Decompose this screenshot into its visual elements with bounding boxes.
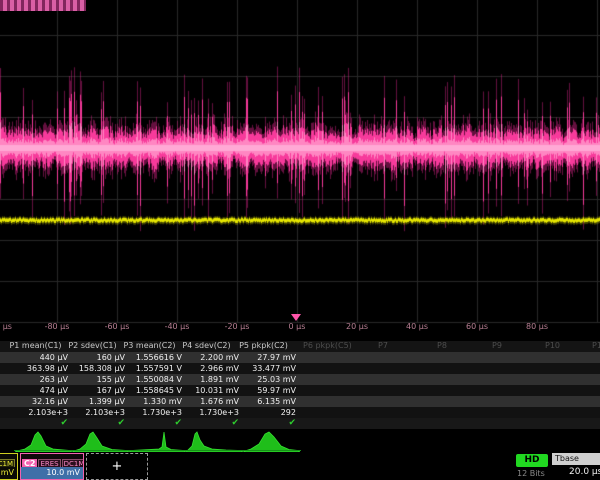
histicon[interactable]	[15, 430, 72, 452]
time-axis-label: 20 µs	[329, 322, 385, 331]
time-axis-label: -80 µs	[29, 322, 85, 331]
measure-value: 158.308 µV	[72, 364, 125, 373]
measure-status-check: ✔	[15, 418, 68, 429]
timebase-title: Tbase	[552, 453, 600, 465]
measure-header-p5[interactable]: P5 pkpk(C2)	[235, 341, 292, 350]
c2-vertical-scale: 10.0 mV	[21, 467, 83, 479]
channel-descriptor-c1[interactable]: DC1M 10.0 mV	[0, 453, 18, 480]
top-left-cropped-menu-badge[interactable]	[0, 0, 86, 11]
measure-value: 33.477 mV	[243, 364, 296, 373]
measure-value: 292	[243, 408, 296, 417]
measure-header-p2[interactable]: P2 sdev(C1)	[64, 341, 121, 350]
measure-row: 440 µV 160 µV 1.556616 V 2.200 mV 27.97 mV	[0, 352, 600, 363]
measure-row: 2.103e+3 2.103e+3 1.730e+3 1.730e+3 292	[0, 407, 600, 418]
measure-value: 167 µV	[72, 386, 125, 395]
measure-header-p4[interactable]: P4 sdev(C2)	[178, 341, 235, 350]
measure-value: 2.103e+3	[72, 408, 125, 417]
measure-header-row: P1 mean(C1) P2 sdev(C1) P3 mean(C2) P4 s…	[0, 341, 600, 352]
measure-status-check: ✔	[129, 418, 182, 429]
measure-status-row: ✔ ✔ ✔ ✔ ✔	[0, 418, 600, 429]
measure-value: 263 µV	[15, 375, 68, 384]
measure-value: 59.97 mV	[243, 386, 296, 395]
resolution-bits-label: 12 Bits	[517, 469, 545, 478]
time-axis-label: 80 µs	[509, 322, 565, 331]
measure-row: 474 µV 167 µV 1.558645 V 10.031 mV 59.97 mV	[0, 385, 600, 396]
time-axis-label: -100 µs	[0, 322, 25, 331]
measure-row: 32.16 µV 1.399 µV 1.330 mV 1.676 mV 6.135 mV	[0, 396, 600, 407]
c2-eres-tag: ERES	[38, 459, 60, 467]
time-axis-label: 0 µs	[269, 322, 325, 331]
measure-value: 1.330 mV	[129, 397, 182, 406]
measure-value: 2.966 mV	[186, 364, 239, 373]
time-axis-label: -20 µs	[209, 322, 265, 331]
measure-value: 1.557591 V	[129, 364, 182, 373]
measure-value: 1.730e+3	[186, 408, 239, 417]
c2-channel-badge: C2	[22, 459, 37, 467]
measure-value: 160 µV	[72, 353, 125, 362]
measure-status-check: ✔	[72, 418, 125, 429]
measure-status-check: ✔	[243, 418, 296, 429]
measure-value: 10.031 mV	[186, 386, 239, 395]
measure-value: 1.550084 V	[129, 375, 182, 384]
histicon[interactable]	[72, 430, 129, 452]
c1-vertical-scale: 10.0 mV	[0, 467, 17, 479]
timebase-value: 20.0 µs	[552, 465, 600, 479]
measure-header-p1[interactable]: P1 mean(C1)	[7, 341, 64, 350]
measure-value: 474 µV	[15, 386, 68, 395]
measure-value: 27.97 mV	[243, 353, 296, 362]
measure-value: 32.16 µV	[15, 397, 68, 406]
histicon-baseline	[14, 450, 301, 451]
measure-value: 2.200 mV	[186, 353, 239, 362]
measure-header-p11[interactable]: P11	[592, 341, 600, 350]
measure-value: 1.676 mV	[186, 397, 239, 406]
measure-value: 1.730e+3	[129, 408, 182, 417]
measure-value: 1.558645 V	[129, 386, 182, 395]
histicon[interactable]	[186, 430, 243, 452]
histicon[interactable]	[243, 430, 300, 452]
trigger-time-marker[interactable]	[291, 314, 301, 321]
measure-value: 6.135 mV	[243, 397, 296, 406]
measure-value: 363.98 µV	[15, 364, 68, 373]
measure-header-p7[interactable]: P7	[378, 341, 438, 350]
histicon[interactable]	[129, 430, 186, 452]
c1-coupling-tag: DC1M	[0, 459, 15, 467]
time-axis-label: -40 µs	[149, 322, 205, 331]
measure-row: 263 µV 155 µV 1.550084 V 1.891 mV 25.03 mV	[0, 374, 600, 385]
measure-value: 1.556616 V	[129, 353, 182, 362]
measure-header-p3[interactable]: P3 mean(C2)	[121, 341, 178, 350]
measure-row: 363.98 µV 158.308 µV 1.557591 V 2.966 mV 33.…	[0, 363, 600, 374]
timebase-descriptor[interactable]: Tbase 20.0 µs	[552, 453, 600, 480]
channel-descriptor-c2[interactable]: C2ERESDC1M 10.0 mV	[20, 453, 84, 480]
time-axis-label: -60 µs	[89, 322, 145, 331]
measure-header-p9[interactable]: P9	[492, 341, 552, 350]
measure-status-check: ✔	[186, 418, 239, 429]
measure-value: 155 µV	[72, 375, 125, 384]
time-axis-label: 60 µs	[449, 322, 505, 331]
add-trace-button[interactable]: +	[86, 453, 148, 480]
measure-value: 1.399 µV	[72, 397, 125, 406]
measure-header-p6[interactable]: P6 pkpk(C5)	[303, 341, 363, 350]
measure-header-p8[interactable]: P8	[437, 341, 497, 350]
oscilloscope-screen: -100 µs -80 µs -60 µs -40 µs -20 µs 0 µs…	[0, 0, 600, 480]
measure-value: 2.103e+3	[15, 408, 68, 417]
measure-value: 25.03 mV	[243, 375, 296, 384]
measure-value: 440 µV	[15, 353, 68, 362]
hd-mode-badge[interactable]: HD	[516, 454, 548, 467]
measure-value: 1.891 mV	[186, 375, 239, 384]
c2-coupling-tag: DC1M	[62, 459, 83, 467]
time-axis-label: 40 µs	[389, 322, 445, 331]
